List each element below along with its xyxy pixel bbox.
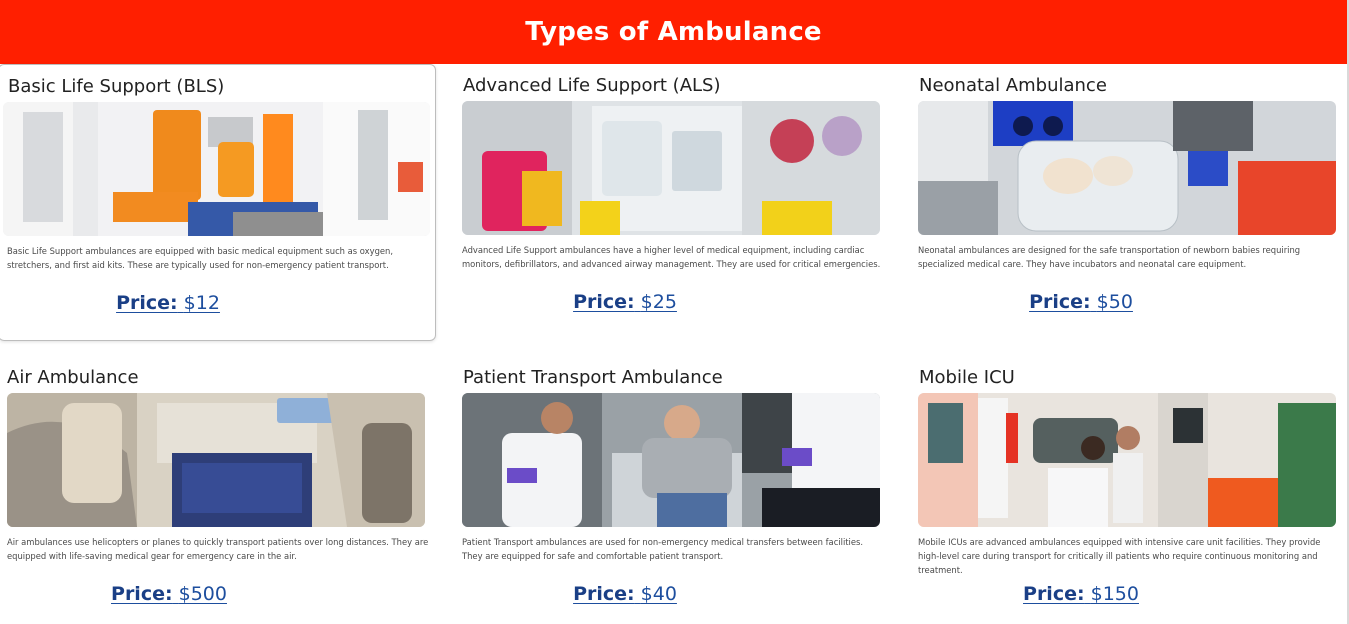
card-image bbox=[7, 393, 425, 527]
card-description: Advanced Life Support ambulances have a … bbox=[462, 245, 881, 269]
price-value: $25 bbox=[640, 291, 677, 313]
card-description: Mobile ICUs are advanced ambulances equi… bbox=[918, 537, 1321, 575]
card-description: Basic Life Support ambulances are equipp… bbox=[7, 246, 394, 270]
ambulance-card-neonatal[interactable]: Neonatal Ambulance Neonatal ambulances a… bbox=[912, 64, 1349, 341]
price-value: $40 bbox=[640, 583, 677, 605]
card-title: Advanced Life Support (ALS) bbox=[463, 75, 721, 96]
page-title: Types of Ambulance bbox=[525, 17, 822, 47]
card-description: Air ambulances use helicopters or planes… bbox=[7, 537, 429, 561]
price-label: Price: bbox=[573, 583, 635, 605]
ambulance-card-bls[interactable]: Basic Life Support (BLS) Basic Life Supp… bbox=[0, 64, 436, 341]
price-label: Price: bbox=[116, 292, 178, 314]
price-label: Price: bbox=[111, 583, 173, 605]
page-header: Types of Ambulance bbox=[0, 0, 1347, 64]
price-value: $500 bbox=[178, 583, 227, 605]
ambulance-card-mobile-icu[interactable]: Mobile ICU Mobile ICUs are advanced ambu… bbox=[912, 356, 1349, 624]
price-label: Price: bbox=[1023, 583, 1085, 605]
card-title: Neonatal Ambulance bbox=[919, 75, 1107, 96]
card-price-link[interactable]: Price: $12 bbox=[0, 292, 337, 314]
price-value: $12 bbox=[183, 292, 220, 314]
card-price-link[interactable]: Price: $500 bbox=[0, 583, 338, 605]
card-price-link[interactable]: Price: $150 bbox=[912, 583, 1250, 605]
card-image bbox=[462, 101, 880, 235]
card-image bbox=[462, 393, 880, 527]
card-price-link[interactable]: Price: $25 bbox=[456, 291, 794, 313]
price-label: Price: bbox=[1029, 291, 1091, 313]
card-title: Basic Life Support (BLS) bbox=[8, 76, 225, 97]
card-description: Neonatal ambulances are designed for the… bbox=[918, 245, 1301, 269]
card-image bbox=[918, 393, 1336, 527]
price-value: $150 bbox=[1090, 583, 1139, 605]
price-label: Price: bbox=[573, 291, 635, 313]
card-image bbox=[3, 102, 430, 236]
card-title: Air Ambulance bbox=[7, 367, 139, 388]
card-description: Patient Transport ambulances are used fo… bbox=[462, 537, 864, 561]
ambulance-card-als[interactable]: Advanced Life Support (ALS) Advanced Lif… bbox=[456, 64, 894, 341]
price-value: $50 bbox=[1096, 291, 1133, 313]
card-title: Mobile ICU bbox=[919, 367, 1015, 388]
ambulance-card-air[interactable]: Air Ambulance Air ambulances use helicop… bbox=[0, 356, 438, 624]
card-image bbox=[918, 101, 1336, 235]
card-price-link[interactable]: Price: $40 bbox=[456, 583, 794, 605]
ambulance-card-patient-transport[interactable]: Patient Transport Ambulance Patient Tran… bbox=[456, 356, 894, 624]
card-price-link[interactable]: Price: $50 bbox=[912, 291, 1250, 313]
card-title: Patient Transport Ambulance bbox=[463, 367, 723, 388]
